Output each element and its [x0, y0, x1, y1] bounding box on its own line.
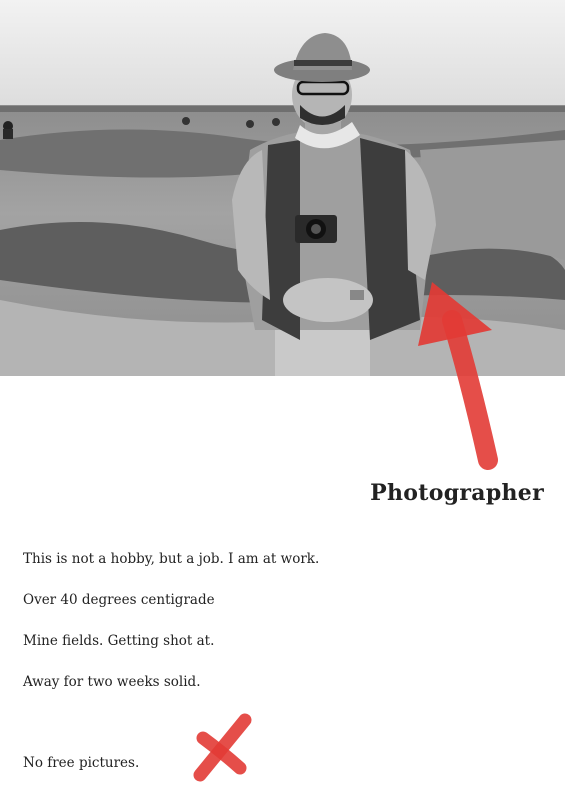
photo-illustration [0, 0, 565, 376]
caption-line-5: No free pictures. [23, 755, 140, 771]
red-x-icon [193, 713, 252, 782]
caption-line-3: Mine fields. Getting shot at. [23, 633, 215, 649]
caption-line-2: Over 40 degrees centigrade [23, 592, 215, 608]
photographer-photo [0, 0, 565, 376]
caption-title: Photographer [370, 480, 544, 506]
caption-line-1: This is not a hobby, but a job. I am at … [23, 551, 320, 567]
caption-line-4: Away for two weeks solid. [23, 674, 201, 690]
